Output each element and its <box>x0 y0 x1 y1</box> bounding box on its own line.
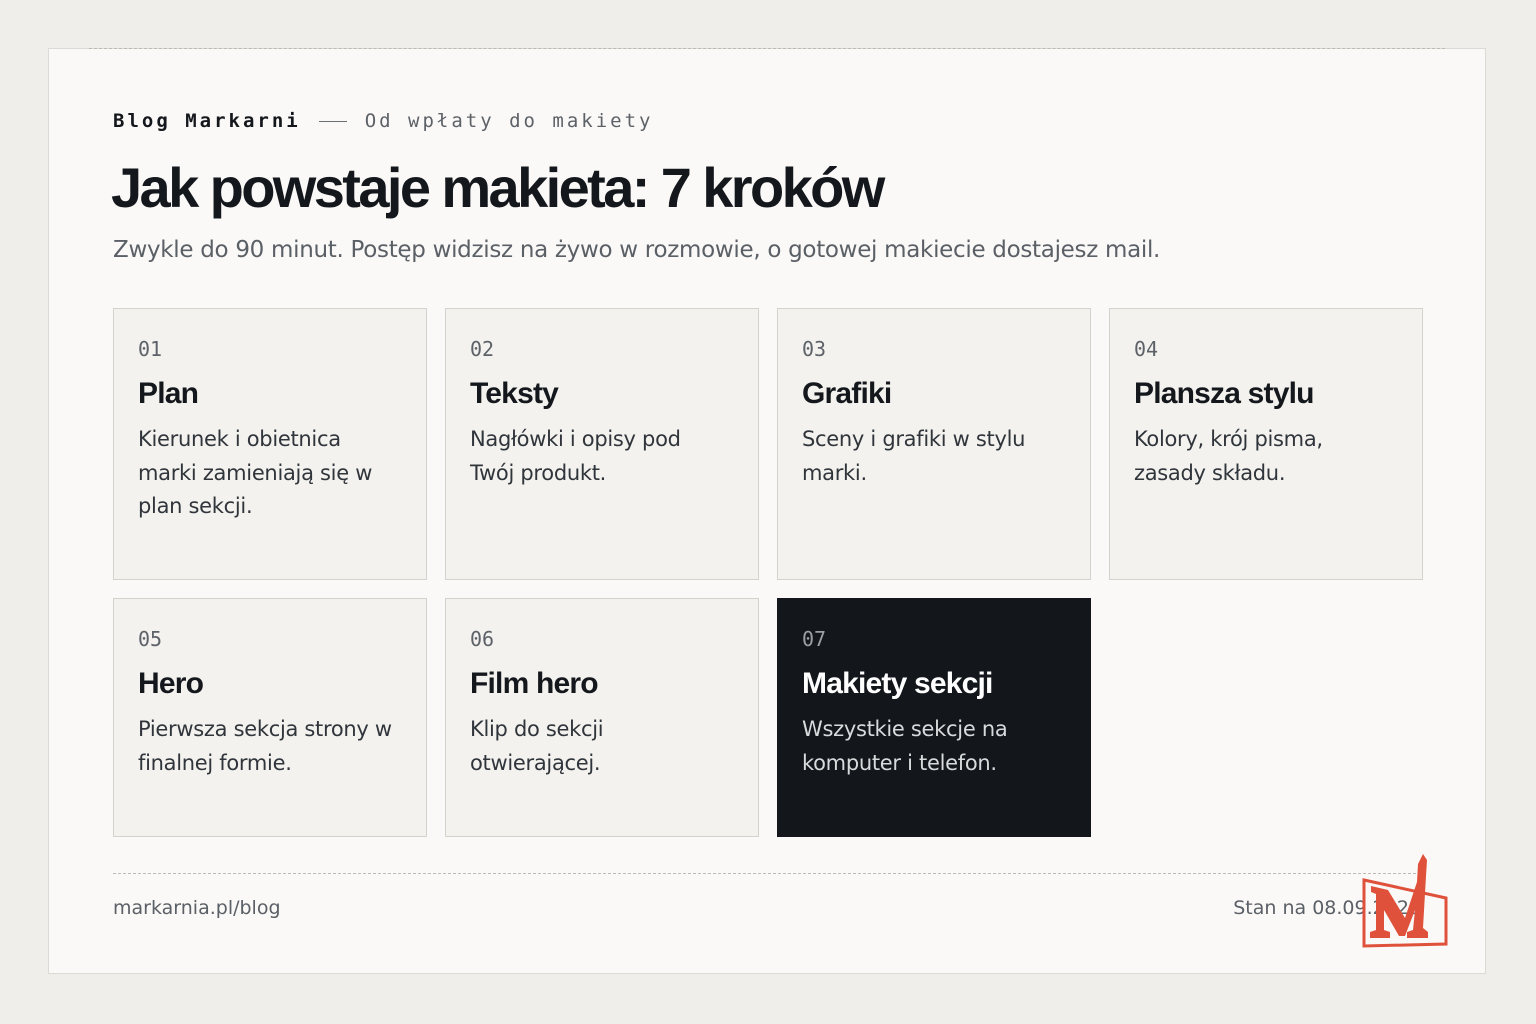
step-description: Kolory, krój pisma, zasady składu. <box>1134 427 1323 485</box>
step-number: 05 <box>138 627 163 651</box>
article-card: Blog Markarni Od wpłaty do makiety Jak p… <box>48 48 1486 974</box>
markarnia-logo-icon <box>1362 854 1448 948</box>
step-number: 07 <box>802 627 827 651</box>
step-description: Klip do sekcji otwierającej. <box>470 717 604 775</box>
step-title: Film hero <box>470 667 599 700</box>
bottom-divider <box>113 873 1421 874</box>
step-card-plansza-stylu: 04 Plansza stylu Kolory, krój pisma, zas… <box>1109 308 1423 580</box>
step-number: 04 <box>1134 337 1159 361</box>
step-number: 02 <box>470 337 495 361</box>
steps-grid: 01 Plan Kierunek i obietnica marki zamie… <box>113 308 1423 837</box>
step-card-plan: 01 Plan Kierunek i obietnica marki zamie… <box>113 308 427 580</box>
step-title: Plansza stylu <box>1134 377 1314 410</box>
step-description: Wszystkie sekcje na komputer i telefon. <box>802 717 1008 775</box>
step-title: Plan <box>138 377 199 410</box>
step-card-grafiki: 03 Grafiki Sceny i grafiki w stylu marki… <box>777 308 1091 580</box>
step-description: Sceny i grafiki w stylu marki. <box>802 427 1026 485</box>
step-title: Grafiki <box>802 377 892 410</box>
lead-text: Zwykle do 90 minut. Postęp widzisz na ży… <box>113 237 1161 263</box>
step-card-film-hero: 06 Film hero Klip do sekcji otwierającej… <box>445 598 759 837</box>
step-number: 06 <box>470 627 495 651</box>
page-title: Jak powstaje makieta: 7 kroków <box>111 156 885 219</box>
step-number: 01 <box>138 337 163 361</box>
step-description: Kierunek i obietnica marki zamieniają si… <box>138 427 373 518</box>
footer-url[interactable]: markarnia.pl/blog <box>113 896 281 920</box>
kicker: Blog Markarni Od wpłaty do makiety <box>113 109 654 133</box>
kicker-dash <box>318 120 347 122</box>
step-title: Makiety sekcji <box>802 667 993 700</box>
step-title: Hero <box>138 667 204 700</box>
step-title: Teksty <box>470 377 559 410</box>
step-card-hero: 05 Hero Pierwsza sekcja strony w finalne… <box>113 598 427 837</box>
step-number: 03 <box>802 337 827 361</box>
step-card-teksty: 02 Teksty Nagłówki i opisy pod Twój prod… <box>445 308 759 580</box>
blog-brand[interactable]: Blog Markarni <box>113 110 301 132</box>
step-description: Nagłówki i opisy pod Twój produkt. <box>470 427 681 485</box>
top-divider <box>89 48 1445 49</box>
step-card-makiety-sekcji: 07 Makiety sekcji Wszystkie sekcje na ko… <box>777 598 1091 837</box>
step-description: Pierwsza sekcja strony w finalnej formie… <box>138 717 392 775</box>
series-name: Od wpłaty do makiety <box>364 110 654 132</box>
